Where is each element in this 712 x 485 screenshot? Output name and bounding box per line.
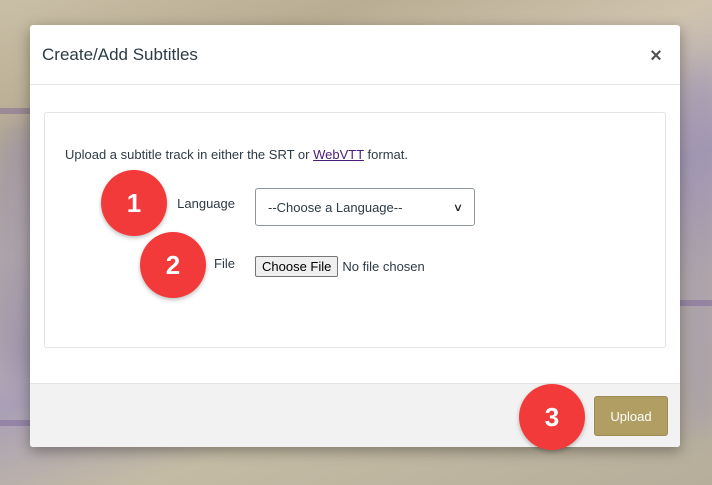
chevron-down-icon: ∨: [452, 201, 464, 214]
upload-instructions: Upload a subtitle track in either the SR…: [65, 147, 408, 162]
language-select[interactable]: --Choose a Language-- ∨: [255, 188, 475, 226]
instructions-text-end: format.: [363, 147, 408, 162]
language-label: Language: [177, 196, 235, 211]
dialog-title: Create/Add Subtitles: [42, 44, 198, 64]
instructions-text: Upload a subtitle track in either the SR…: [65, 147, 314, 162]
create-subtitles-dialog: Create/Add Subtitles × Upload a subtitle…: [30, 25, 680, 447]
upload-button[interactable]: Upload: [594, 396, 668, 436]
close-icon[interactable]: ×: [644, 45, 668, 69]
step-badge-2: 2: [140, 232, 206, 298]
webvtt-link[interactable]: WebVTT: [313, 147, 364, 162]
language-select-value: --Choose a Language--: [268, 199, 403, 215]
step-badge-1: 1: [101, 170, 167, 236]
dialog-header: Create/Add Subtitles ×: [30, 25, 680, 85]
choose-file-button[interactable]: Choose File: [255, 256, 339, 277]
step-badge-3: 3: [519, 384, 585, 450]
file-input: Choose File No file chosen: [255, 256, 425, 277]
file-status: No file chosen: [342, 259, 425, 274]
